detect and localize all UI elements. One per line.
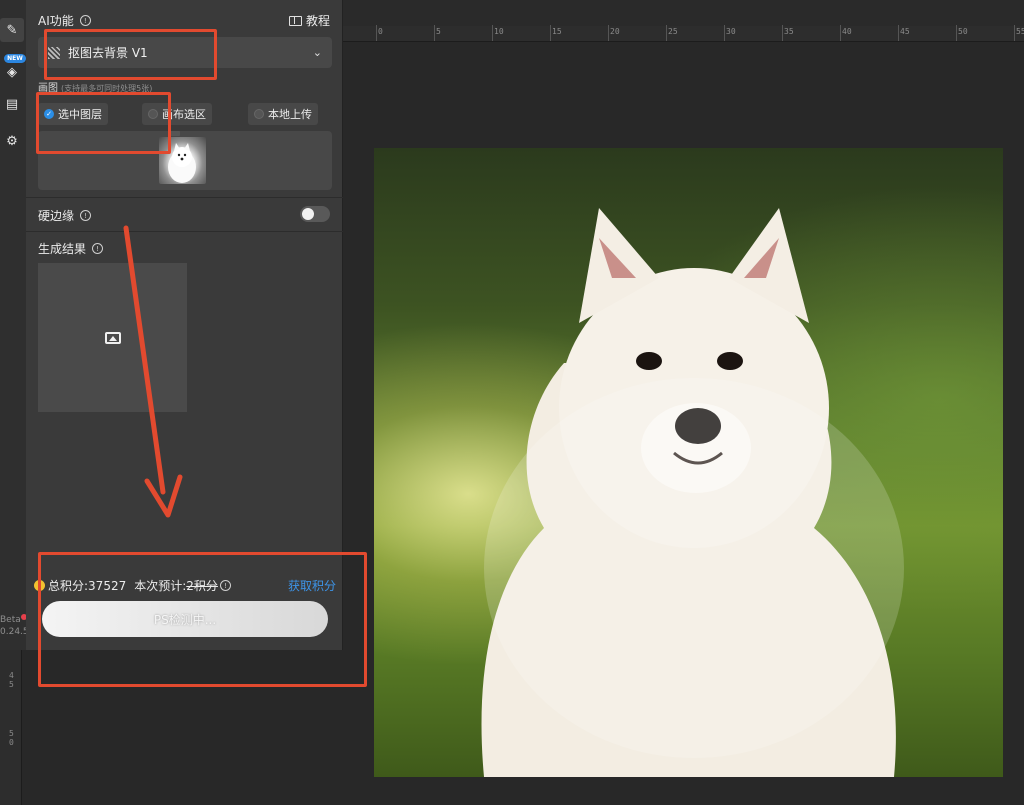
book-icon: [288, 15, 302, 26]
info-icon[interactable]: !: [80, 210, 92, 221]
ruler-label: 50: [958, 27, 968, 36]
info-icon[interactable]: !: [92, 243, 104, 254]
ruler-label: 4: [9, 671, 14, 680]
image-icon: [104, 331, 121, 344]
chevron-down-icon: ⌄: [312, 46, 322, 59]
annotation-box-feature: [44, 29, 217, 80]
gear-icon[interactable]: ⚙: [0, 129, 24, 153]
radio-icon: [254, 109, 264, 119]
version-number: 0.24.5: [0, 627, 29, 637]
annotation-box-option: [36, 92, 171, 154]
divider: [26, 231, 343, 232]
left-toolbar: ✎ NEW ◈ ▤ ⚙ Beta 0.24.5: [0, 0, 29, 650]
divider: [26, 197, 343, 198]
option-label: 本地上传: [268, 108, 312, 121]
ruler-label: 45: [900, 27, 910, 36]
result-placeholder: [38, 263, 187, 412]
horizontal-ruler: 0 5 10 15 20 25 30 35 40 45 50 55: [343, 25, 1024, 42]
ruler-label: 5: [9, 680, 14, 689]
ruler-label: 15: [552, 27, 562, 36]
ruler-label: 25: [668, 27, 678, 36]
ruler-label: 40: [842, 27, 852, 36]
ruler-label: 55: [1016, 27, 1024, 36]
ai-feature-label: AI功能: [38, 14, 74, 28]
annotation-box-credits: [38, 552, 367, 687]
version-beta-text: Beta: [0, 615, 21, 625]
ai-feature-title: AI功能 !: [38, 12, 91, 29]
ruler-label: 20: [610, 27, 620, 36]
hard-edge-row: 硬边缘 !: [38, 207, 92, 224]
canvas-top-strip: [343, 0, 1024, 26]
info-icon[interactable]: !: [79, 15, 91, 26]
hard-edge-toggle[interactable]: [300, 206, 330, 222]
toggle-knob: [302, 208, 314, 220]
pencil-icon[interactable]: ✎: [0, 18, 24, 42]
ruler-label: 10: [494, 27, 504, 36]
ruler-label: 30: [726, 27, 736, 36]
tutorial-label: 教程: [305, 14, 330, 28]
hard-edge-label: 硬边缘: [38, 209, 75, 223]
ruler-label: 5: [9, 729, 14, 738]
layers-icon[interactable]: ◈: [0, 60, 24, 84]
tutorial-link[interactable]: 教程: [288, 12, 330, 29]
thumbnail-tab: [170, 131, 180, 136]
samoyed-photo[interactable]: [374, 148, 1003, 777]
result-label: 生成结果: [38, 242, 87, 256]
option-local-upload[interactable]: 本地上传: [248, 103, 318, 125]
ruler-label: 0: [9, 738, 14, 747]
ruler-label: 0: [378, 27, 383, 36]
document-icon[interactable]: ▤: [0, 92, 24, 116]
result-title-row: 生成结果 !: [38, 240, 104, 257]
version-label: Beta 0.24.5: [0, 614, 29, 638]
vertical-ruler: 4 5 5 0: [0, 650, 22, 805]
samoyed-dog-image: [481, 208, 904, 777]
ruler-label: 5: [436, 27, 441, 36]
ruler-label: 35: [784, 27, 794, 36]
